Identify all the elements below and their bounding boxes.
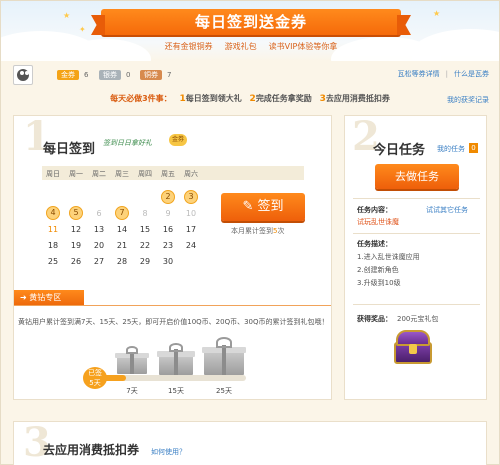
voucher-title: 去应用消费抵扣券	[43, 443, 140, 457]
milestone-7: 7天	[126, 387, 138, 395]
gift-7-icon[interactable]	[115, 346, 149, 374]
silver-count: 0	[126, 71, 131, 79]
calendar-header: 周日 周一 周二 周三 周四 周五 周六	[42, 166, 304, 180]
calendar-day-29[interactable]: 29	[134, 257, 156, 266]
milestone-25: 25天	[216, 387, 232, 395]
copper-label: 铜券	[140, 70, 162, 80]
calendar-day-11[interactable]: 11	[42, 225, 64, 234]
what-is-voucher-link[interactable]: 什么是瓦券	[454, 70, 489, 78]
calendar-day-14[interactable]: 14	[111, 225, 133, 234]
calendar-day-10[interactable]: 10	[180, 209, 202, 218]
user-bar: 金券 6 银券 0 铜券 7 瓦松等券详情 | 什么是瓦券	[13, 63, 489, 87]
calendar-day-5[interactable]: 5	[69, 206, 83, 220]
calendar-day-17[interactable]: 17	[180, 225, 202, 234]
calendar-week: 18 19 20 21 22 23 24	[42, 238, 304, 254]
calendar-day-20[interactable]: 20	[88, 241, 110, 250]
gold-badge: 金券	[169, 134, 187, 146]
voucher-detail-link[interactable]: 瓦松等券详情	[398, 70, 440, 78]
banner-title: 每日签到送金券	[194, 13, 307, 31]
star-icon: ✦	[79, 25, 86, 34]
my-tasks-count: 0	[469, 143, 478, 153]
calendar-day-15[interactable]: 15	[134, 225, 156, 234]
my-tasks-link[interactable]: 我的任务	[437, 144, 465, 154]
calendar-day-28[interactable]: 28	[111, 257, 133, 266]
star-icon: ★	[63, 11, 71, 20]
task-desc-item: 3.升级到10级	[357, 279, 401, 287]
tasks-title: 今日任务	[373, 143, 426, 158]
signed-days-badge: 已签 5天	[83, 367, 107, 389]
calendar-day-12[interactable]: 12	[65, 225, 87, 234]
sign-count-info: 本月累计签到5次	[231, 227, 285, 235]
star-icon: ★	[433, 9, 441, 18]
reward-label: 获得奖品：	[357, 315, 392, 323]
banner: 每日签到送金券	[91, 9, 411, 35]
gift-25-icon[interactable]	[202, 337, 246, 375]
task-desc-item: 1.进入乱世诛魔应用	[357, 253, 420, 261]
vip-section-tag: ➜ 黄钻专区	[14, 290, 84, 305]
calendar-day-4[interactable]: 4	[46, 206, 60, 220]
must-do-line: 每天必做3件事： 1每日签到领大礼 2完成任务拿奖励 3去应用消费抵扣券	[110, 94, 390, 104]
checkin-title: 每日签到	[43, 142, 96, 157]
checkin-tagline: 签到日日拿好礼	[103, 139, 152, 147]
calendar-day-23[interactable]: 23	[157, 241, 179, 250]
arrow-right-icon: ➜	[20, 293, 30, 302]
pencil-icon: ✎	[242, 199, 258, 214]
how-to-use-link[interactable]: 如何使用？	[151, 447, 186, 457]
calendar-day-22[interactable]: 22	[134, 241, 156, 250]
copper-voucher: 铜券 7	[140, 70, 171, 80]
calendar-day-9[interactable]: 9	[157, 209, 179, 218]
gold-label: 金券	[57, 70, 79, 80]
calendar-day-18[interactable]: 18	[42, 241, 64, 250]
calendar-day-7[interactable]: 7	[115, 206, 129, 220]
calendar-day-21[interactable]: 21	[111, 241, 133, 250]
sign-in-button[interactable]: ✎ 签到	[221, 193, 305, 221]
silver-label: 银券	[99, 70, 121, 80]
gold-voucher: 金券 6	[57, 70, 88, 80]
task-desc-item: 2.创建新角色	[357, 266, 399, 274]
try-other-task-link[interactable]: 试试其它任务	[426, 205, 468, 215]
task-desc-label: 任务描述：	[357, 240, 392, 248]
signin-progress	[96, 375, 246, 381]
calendar-day-19[interactable]: 19	[65, 241, 87, 250]
gold-count: 6	[84, 71, 89, 79]
calendar-day-2[interactable]: 2	[161, 190, 175, 204]
task-content-value[interactable]: 试玩乱世诛魔	[357, 217, 399, 227]
calendar-day-30[interactable]: 30	[157, 257, 179, 266]
do-task-button[interactable]: 去做任务	[375, 164, 459, 189]
my-rewards-link[interactable]: 我的获奖记录	[447, 95, 489, 105]
header-subtitle: 还有金银铜券 游戏礼包 读书VIP体验等你拿	[164, 42, 338, 51]
calendar-day-27[interactable]: 27	[88, 257, 110, 266]
calendar-day-3[interactable]: 3	[184, 190, 198, 204]
reward-value: 200元宝礼包	[397, 315, 439, 323]
copper-count: 7	[167, 71, 172, 79]
calendar-day-6[interactable]: 6	[88, 209, 110, 218]
calendar-week: 25 26 27 28 29 30	[42, 254, 304, 270]
calendar-day-25[interactable]: 25	[42, 257, 64, 266]
silver-voucher: 银券 0	[99, 70, 130, 80]
gift-15-icon[interactable]	[157, 343, 195, 375]
calendar-day-13[interactable]: 13	[88, 225, 110, 234]
page: ★ ★ ✦ 每日签到送金券 还有金银铜券 游戏礼包 读书VIP体验等你拿 金券 6 银…	[0, 0, 500, 465]
calendar-day-8[interactable]: 8	[134, 209, 156, 218]
milestone-15: 15天	[168, 387, 184, 395]
calendar-day-16[interactable]: 16	[157, 225, 179, 234]
avatar[interactable]	[13, 65, 33, 85]
calendar-day-26[interactable]: 26	[65, 257, 87, 266]
treasure-chest-icon	[392, 326, 434, 368]
task-content-label: 任务内容：	[357, 206, 392, 214]
top-links: 瓦松等券详情 | 什么是瓦券	[397, 70, 489, 78]
header: ★ ★ ✦ 每日签到送金券 还有金银铜券 游戏礼包 读书VIP体验等你拿	[1, 1, 499, 61]
vip-description: 黄钻用户累计签到满7天、15天、25天，即可开启价值10Q币、20Q币、30Q币…	[18, 318, 329, 326]
calendar-day-24[interactable]: 24	[180, 241, 202, 250]
